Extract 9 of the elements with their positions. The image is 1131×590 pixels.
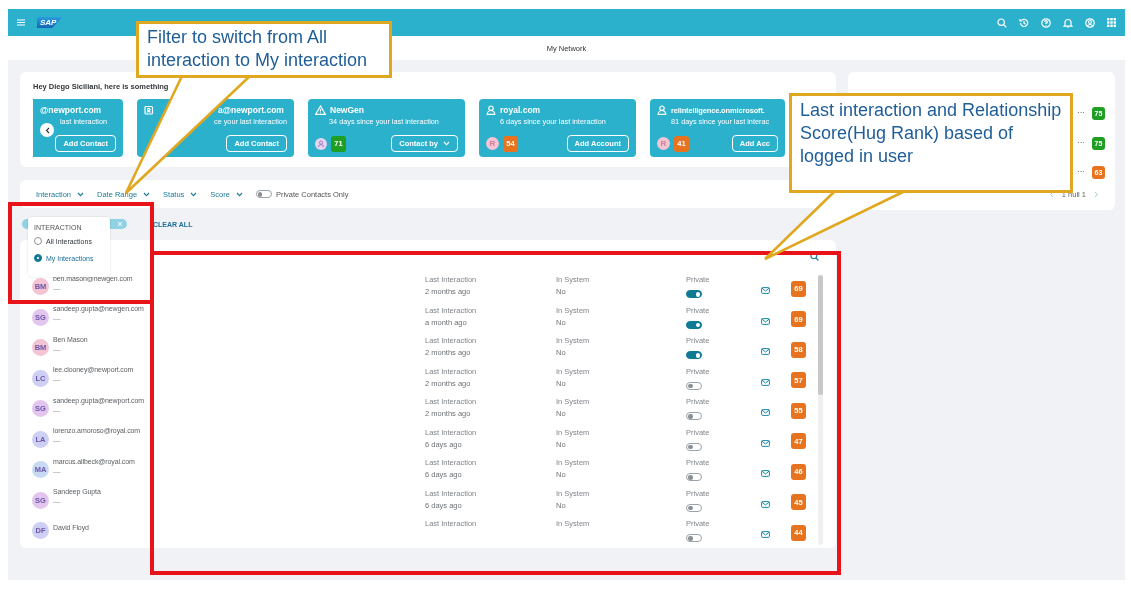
more-button[interactable]: ··· xyxy=(1077,168,1085,176)
card-title: @newport.com xyxy=(40,105,102,115)
logo[interactable]: SAP xyxy=(37,17,63,28)
card-title: NewGen xyxy=(330,105,364,115)
card-title: a@newport.com xyxy=(218,105,284,115)
more-button[interactable]: ··· xyxy=(1077,138,1085,147)
callout: Filter to switch from All interaction to My interaction xyxy=(136,21,392,78)
card-title: royal.com xyxy=(500,105,541,115)
more-button[interactable]: ··· xyxy=(1077,109,1085,117)
